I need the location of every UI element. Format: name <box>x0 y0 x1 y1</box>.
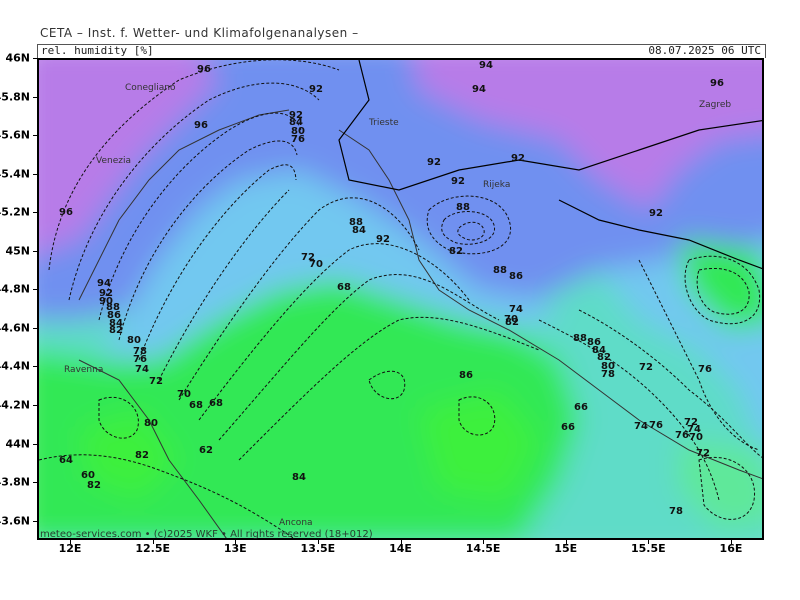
city-conegliano: Conegliano <box>125 83 176 93</box>
lon-tick <box>565 540 567 544</box>
lat-tick-label: 45.4N <box>0 167 30 181</box>
lat-tick <box>33 520 37 522</box>
contour-value-label: 64 <box>59 455 73 466</box>
lon-tick <box>483 540 485 544</box>
contour-value-label: 76 <box>698 364 712 375</box>
contour-value-label: 80 <box>127 335 141 346</box>
contour-value-label: 82 <box>135 450 149 461</box>
contour-value-label: 82 <box>109 325 123 336</box>
lat-tick-label: 46N <box>5 51 30 65</box>
contour-value-label: 84 <box>292 472 306 483</box>
contour-value-label: 88 <box>493 265 507 276</box>
humidity-map: Conegliano Venezia Trieste Rijeka Zagreb… <box>39 60 762 538</box>
lon-tick <box>152 540 154 544</box>
lat-tick <box>33 366 37 368</box>
lat-tick-label: 44.4N <box>0 359 30 373</box>
lon-tick <box>400 540 402 544</box>
credit-line: meteo-services.com • (c)2025 WKF • All r… <box>40 529 373 540</box>
city-zagreb: Zagreb <box>699 100 731 110</box>
contour-value-label: 72 <box>639 362 653 373</box>
city-rijeka: Rijeka <box>483 180 510 190</box>
lat-tick <box>33 250 37 252</box>
contour-value-label: 74 <box>634 421 648 432</box>
contour-value-label: 94 <box>479 60 493 71</box>
contour-value-label: 92 <box>376 234 390 245</box>
contour-value-label: 66 <box>561 422 575 433</box>
contour-value-label: 66 <box>574 402 588 413</box>
contour-value-label: 76 <box>291 134 305 145</box>
contour-value-label: 70 <box>504 314 518 325</box>
parameter-label: rel. humidity [%] <box>41 44 154 57</box>
contour-value-label: 96 <box>194 120 208 131</box>
lon-tick <box>235 540 237 544</box>
lat-tick <box>33 405 37 407</box>
map-title: CETA – Inst. f. Wetter- und Klimafolgena… <box>40 26 359 40</box>
contour-value-label: 82 <box>87 480 101 491</box>
lat-tick <box>33 96 37 98</box>
contour-value-label: 88 <box>456 202 470 213</box>
city-ravenna: Ravenna <box>64 365 103 375</box>
lat-tick <box>33 135 37 137</box>
contour-value-label: 96 <box>197 64 211 75</box>
contour-value-label: 74 <box>135 364 149 375</box>
contour-value-label: 62 <box>199 445 213 456</box>
lat-tick-label: 45.8N <box>0 90 30 104</box>
contour-value-label: 92 <box>427 157 441 168</box>
city-trieste: Trieste <box>368 118 399 128</box>
humidity-field <box>39 60 762 538</box>
map-panel: Conegliano Venezia Trieste Rijeka Zagreb… <box>37 58 764 540</box>
lat-tick-label: 44.8N <box>0 282 30 296</box>
contour-value-label: 68 <box>337 282 351 293</box>
lat-tick <box>33 289 37 291</box>
lat-tick-label: 44.6N <box>0 321 30 335</box>
contour-value-label: 68 <box>189 400 203 411</box>
contour-value-label: 84 <box>352 225 366 236</box>
contour-value-label: 92 <box>649 208 663 219</box>
lat-tick <box>33 327 37 329</box>
contour-value-label: 70 <box>177 389 191 400</box>
lat-tick <box>33 212 37 214</box>
contour-value-label: 68 <box>209 398 223 409</box>
lat-tick-label: 45.2N <box>0 205 30 219</box>
lon-tick <box>317 540 319 544</box>
contour-value-label: 70 <box>309 259 323 270</box>
lat-tick-label: 45N <box>5 244 30 258</box>
contour-value-label: 82 <box>449 246 463 257</box>
lat-tick-label: 44N <box>5 437 30 451</box>
contour-value-label: 92 <box>451 176 465 187</box>
contour-value-label: 94 <box>472 84 486 95</box>
lat-tick <box>33 443 37 445</box>
contour-value-label: 72 <box>696 448 710 459</box>
lon-tick <box>648 540 650 544</box>
lat-tick-label: 45.6N <box>0 128 30 142</box>
contour-value-label: 86 <box>509 271 523 282</box>
contour-value-label: 92 <box>309 84 323 95</box>
contour-value-label: 96 <box>710 78 724 89</box>
contour-value-label: 96 <box>59 207 73 218</box>
lat-tick <box>33 173 37 175</box>
city-ancona: Ancona <box>279 518 313 528</box>
lon-tick <box>70 540 72 544</box>
city-venezia: Venezia <box>96 156 131 166</box>
contour-value-label: 88 <box>573 333 587 344</box>
contour-value-label: 78 <box>669 506 683 517</box>
lat-tick <box>33 482 37 484</box>
contour-value-label: 70 <box>689 432 703 443</box>
lat-tick-label: 44.2N <box>0 398 30 412</box>
lon-tick <box>730 540 732 544</box>
contour-value-label: 72 <box>149 376 163 387</box>
lat-tick <box>33 58 37 59</box>
lat-tick-label: 43.8N <box>0 475 30 489</box>
valid-time: 08.07.2025 06 UTC <box>648 44 761 57</box>
lat-tick-label: 43.6N <box>0 514 30 528</box>
info-bar: rel. humidity [%] 08.07.2025 06 UTC <box>37 44 766 58</box>
contour-value-label: 92 <box>511 153 525 164</box>
contour-value-label: 80 <box>144 418 158 429</box>
contour-value-label: 86 <box>459 370 473 381</box>
contour-value-label: 76 <box>649 420 663 431</box>
contour-value-label: 78 <box>601 369 615 380</box>
